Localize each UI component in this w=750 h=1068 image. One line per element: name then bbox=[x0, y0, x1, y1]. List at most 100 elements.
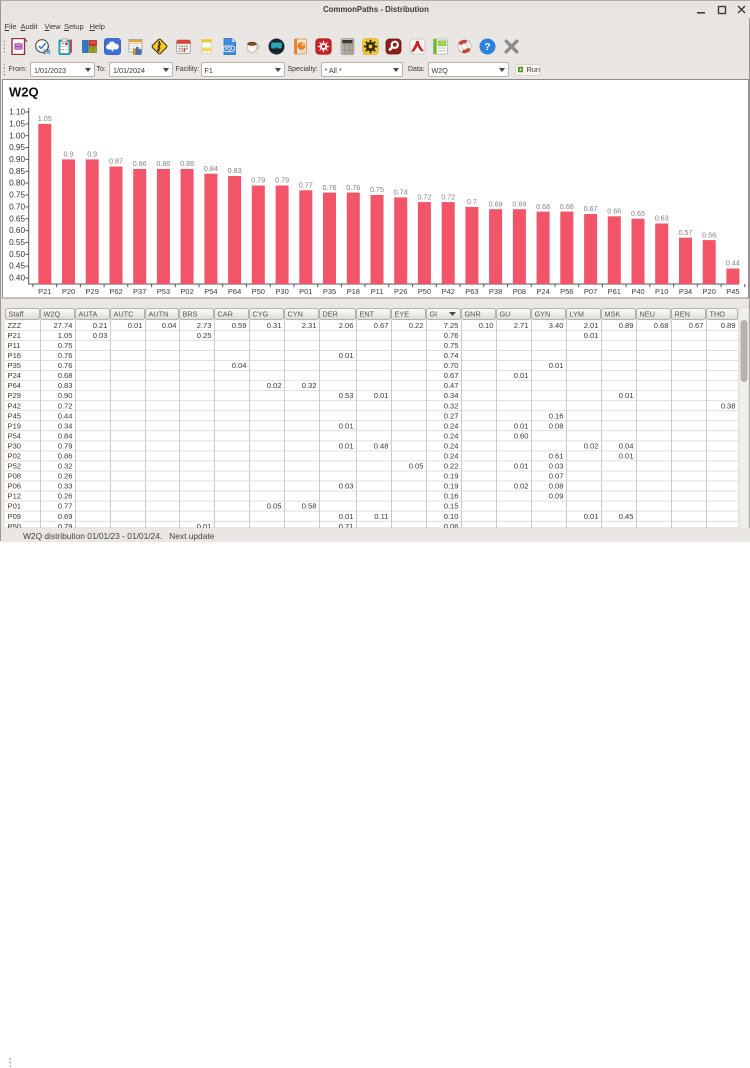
svg-text:2.31: 2.31 bbox=[302, 321, 317, 330]
svg-text:P29: P29 bbox=[8, 391, 22, 400]
svg-text:P02: P02 bbox=[180, 287, 193, 296]
svg-text:W2Q: W2Q bbox=[44, 310, 61, 319]
svg-text:ENT: ENT bbox=[360, 310, 375, 319]
svg-text:P11: P11 bbox=[371, 287, 384, 296]
svg-text:P45: P45 bbox=[726, 287, 739, 296]
svg-text:1.05: 1.05 bbox=[58, 331, 73, 340]
svg-text:0.76: 0.76 bbox=[58, 361, 73, 370]
svg-text:0.76: 0.76 bbox=[346, 183, 360, 192]
svg-text:0.22: 0.22 bbox=[409, 321, 424, 330]
svg-text:P30: P30 bbox=[8, 441, 22, 450]
svg-text:REN: REN bbox=[675, 310, 690, 319]
svg-text:BRS: BRS bbox=[183, 310, 198, 319]
svg-text:P52: P52 bbox=[8, 462, 22, 471]
svg-text:P18: P18 bbox=[347, 287, 360, 296]
svg-text:0.75: 0.75 bbox=[370, 185, 384, 194]
svg-text:0.67: 0.67 bbox=[689, 321, 704, 330]
svg-text:0.07: 0.07 bbox=[549, 472, 564, 481]
svg-text:0.48: 0.48 bbox=[374, 441, 389, 450]
svg-text:0.85: 0.85 bbox=[9, 167, 25, 176]
svg-text:0.90: 0.90 bbox=[9, 155, 25, 164]
svg-text:0.03: 0.03 bbox=[549, 462, 564, 471]
svg-text:0.31: 0.31 bbox=[267, 321, 282, 330]
svg-text:0.83: 0.83 bbox=[228, 166, 242, 175]
svg-text:0.55: 0.55 bbox=[9, 238, 25, 247]
svg-text:P20: P20 bbox=[703, 287, 716, 296]
svg-text:0.02: 0.02 bbox=[267, 381, 282, 390]
svg-text:P26: P26 bbox=[394, 287, 407, 296]
svg-text:1.00: 1.00 bbox=[9, 131, 25, 140]
svg-text:24: 24 bbox=[43, 49, 51, 55]
svg-text:0.67: 0.67 bbox=[444, 371, 459, 380]
svg-text:P21: P21 bbox=[8, 331, 22, 340]
svg-text:P09: P09 bbox=[8, 512, 22, 521]
svg-text:P50: P50 bbox=[252, 287, 265, 296]
svg-text:0.61: 0.61 bbox=[549, 451, 564, 460]
svg-text:P35: P35 bbox=[8, 361, 22, 370]
svg-text:0.08: 0.08 bbox=[549, 421, 564, 430]
svg-text:0.68: 0.68 bbox=[654, 321, 669, 330]
svg-text:0.04: 0.04 bbox=[619, 441, 634, 450]
svg-text:0.86: 0.86 bbox=[180, 159, 194, 168]
svg-text:0.15: 0.15 bbox=[444, 502, 459, 511]
svg-text:0.89: 0.89 bbox=[619, 321, 634, 330]
svg-text:P56: P56 bbox=[560, 287, 573, 296]
svg-text:0.01: 0.01 bbox=[514, 462, 529, 471]
svg-text:0.72: 0.72 bbox=[441, 192, 455, 201]
svg-text:P01: P01 bbox=[8, 502, 22, 511]
svg-text:0.24: 0.24 bbox=[444, 441, 459, 450]
svg-text:P07: P07 bbox=[584, 287, 597, 296]
svg-text:0.77: 0.77 bbox=[58, 502, 73, 511]
svg-text:0.16: 0.16 bbox=[549, 411, 564, 420]
svg-text:0.34: 0.34 bbox=[444, 391, 459, 400]
svg-text:0.09: 0.09 bbox=[549, 492, 564, 501]
svg-text:P42: P42 bbox=[8, 401, 22, 410]
svg-text:0.22: 0.22 bbox=[444, 462, 459, 471]
svg-text:0.01: 0.01 bbox=[619, 391, 634, 400]
svg-text:0.45: 0.45 bbox=[9, 262, 25, 271]
svg-text:0.84: 0.84 bbox=[204, 164, 218, 173]
svg-text:0.75: 0.75 bbox=[58, 341, 73, 350]
svg-text:0.11: 0.11 bbox=[374, 512, 388, 521]
svg-text:P24: P24 bbox=[8, 371, 22, 380]
svg-text:0.04: 0.04 bbox=[162, 321, 177, 330]
svg-text:0.05: 0.05 bbox=[409, 462, 424, 471]
svg-text:0.44: 0.44 bbox=[726, 259, 740, 268]
svg-text:W2Q: W2Q bbox=[9, 85, 39, 100]
svg-text:0.65: 0.65 bbox=[631, 209, 645, 218]
svg-text:P08: P08 bbox=[513, 287, 526, 296]
svg-text:P42: P42 bbox=[442, 287, 455, 296]
svg-text:0.01: 0.01 bbox=[339, 512, 354, 521]
svg-text:0.25: 0.25 bbox=[197, 331, 212, 340]
svg-text:0.68: 0.68 bbox=[58, 371, 73, 380]
svg-text:0.16: 0.16 bbox=[444, 492, 459, 501]
svg-text:0.67: 0.67 bbox=[584, 204, 598, 213]
svg-text:P37: P37 bbox=[133, 287, 146, 296]
svg-text:0.01: 0.01 bbox=[584, 331, 599, 340]
svg-text:0.72: 0.72 bbox=[417, 192, 431, 201]
svg-text:0.02: 0.02 bbox=[514, 482, 529, 491]
svg-text:0.32: 0.32 bbox=[444, 401, 459, 410]
svg-text:Staff: Staff bbox=[9, 310, 25, 319]
svg-text:0.60: 0.60 bbox=[9, 226, 25, 235]
svg-text:0.40: 0.40 bbox=[9, 274, 25, 283]
svg-text:0.77: 0.77 bbox=[299, 181, 313, 190]
svg-text:P06: P06 bbox=[8, 482, 22, 491]
svg-text:0.45: 0.45 bbox=[619, 512, 634, 521]
svg-text:0.10: 0.10 bbox=[479, 321, 494, 330]
svg-text:0.24: 0.24 bbox=[444, 421, 459, 430]
svg-text:EYE: EYE bbox=[395, 310, 410, 319]
svg-text:CAR: CAR bbox=[218, 310, 233, 319]
svg-text:P11: P11 bbox=[8, 341, 21, 350]
svg-text:MSK: MSK bbox=[605, 310, 621, 319]
svg-text:0.27: 0.27 bbox=[444, 411, 459, 420]
svg-text:P10: P10 bbox=[655, 287, 668, 296]
svg-text:GYN: GYN bbox=[535, 310, 551, 319]
svg-text:2.73: 2.73 bbox=[197, 321, 212, 330]
svg-text:0.33: 0.33 bbox=[58, 482, 73, 491]
svg-text:LYM: LYM bbox=[570, 310, 584, 319]
svg-text:P24: P24 bbox=[536, 287, 549, 296]
svg-text:0.79: 0.79 bbox=[275, 176, 289, 185]
svg-text:0.03: 0.03 bbox=[339, 482, 354, 491]
svg-text:P01: P01 bbox=[299, 287, 312, 296]
